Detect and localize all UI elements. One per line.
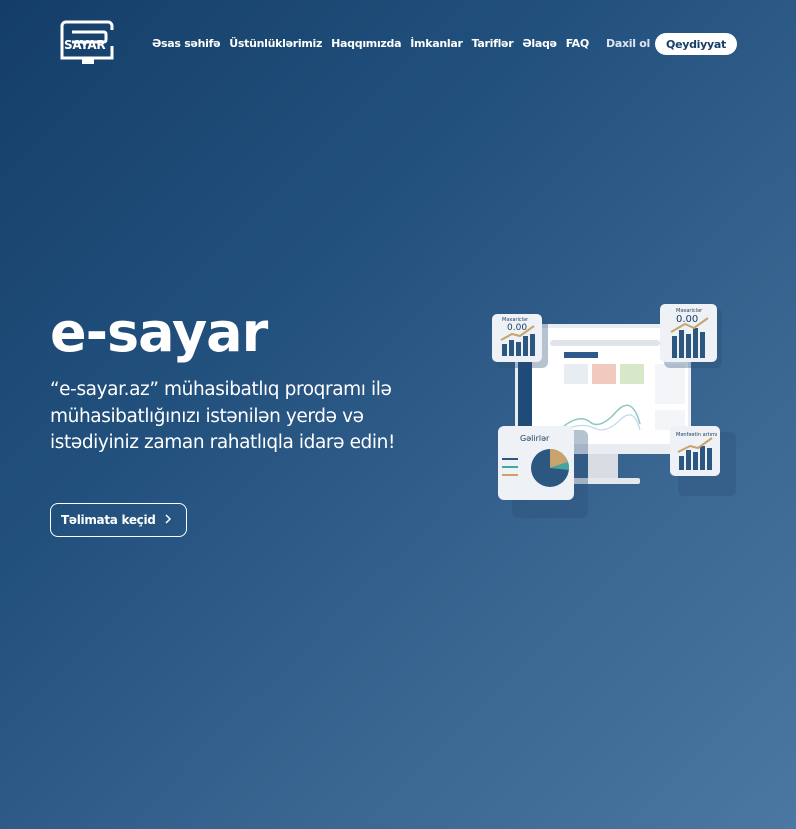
- hero-title: e-sayar: [50, 301, 268, 364]
- tutorial-button-label: Təlimata keçid: [61, 513, 156, 527]
- nav-item-features[interactable]: İmkanlar: [410, 37, 463, 50]
- main-menu: Əsas səhifə Üstünlüklərimiz Haqqımızda İ…: [152, 37, 589, 50]
- nav-item-about[interactable]: Haqqımızda: [331, 37, 401, 50]
- top-navigation: SAYAR Əsas səhifə Üstünlüklərimiz Haqqım…: [0, 0, 796, 90]
- expense-card-left-value: 0.00: [507, 323, 528, 333]
- nav-item-advantages[interactable]: Üstünlüklərimiz: [229, 37, 322, 50]
- income-card-title: Gəlirlər: [520, 434, 550, 443]
- nav-item-faq[interactable]: FAQ: [566, 37, 590, 50]
- chevron-right-icon: [165, 514, 172, 524]
- register-button[interactable]: Qeydiyyat: [655, 33, 737, 55]
- dashboard-illustration: Məxariclər 0.00 Məxariclər 0.00 Gəlirlər…: [490, 300, 740, 530]
- hero-description: “e-sayar.az” mühasibatlıq proqramı ilə m…: [50, 379, 395, 453]
- logo-text: SAYAR: [64, 38, 106, 52]
- nav-item-home[interactable]: Əsas səhifə: [152, 37, 221, 50]
- expense-card-right-value: 0.00: [676, 314, 699, 325]
- login-link[interactable]: Daxil ol: [606, 37, 650, 50]
- tutorial-button[interactable]: Təlimata keçid: [50, 503, 187, 537]
- nav-item-contact[interactable]: Əlaqə: [522, 37, 557, 50]
- dashboard-mockup-image: [492, 304, 736, 518]
- profit-card-title: Mənfəətin artımı: [676, 432, 718, 438]
- nav-item-pricing[interactable]: Tariflər: [472, 37, 514, 50]
